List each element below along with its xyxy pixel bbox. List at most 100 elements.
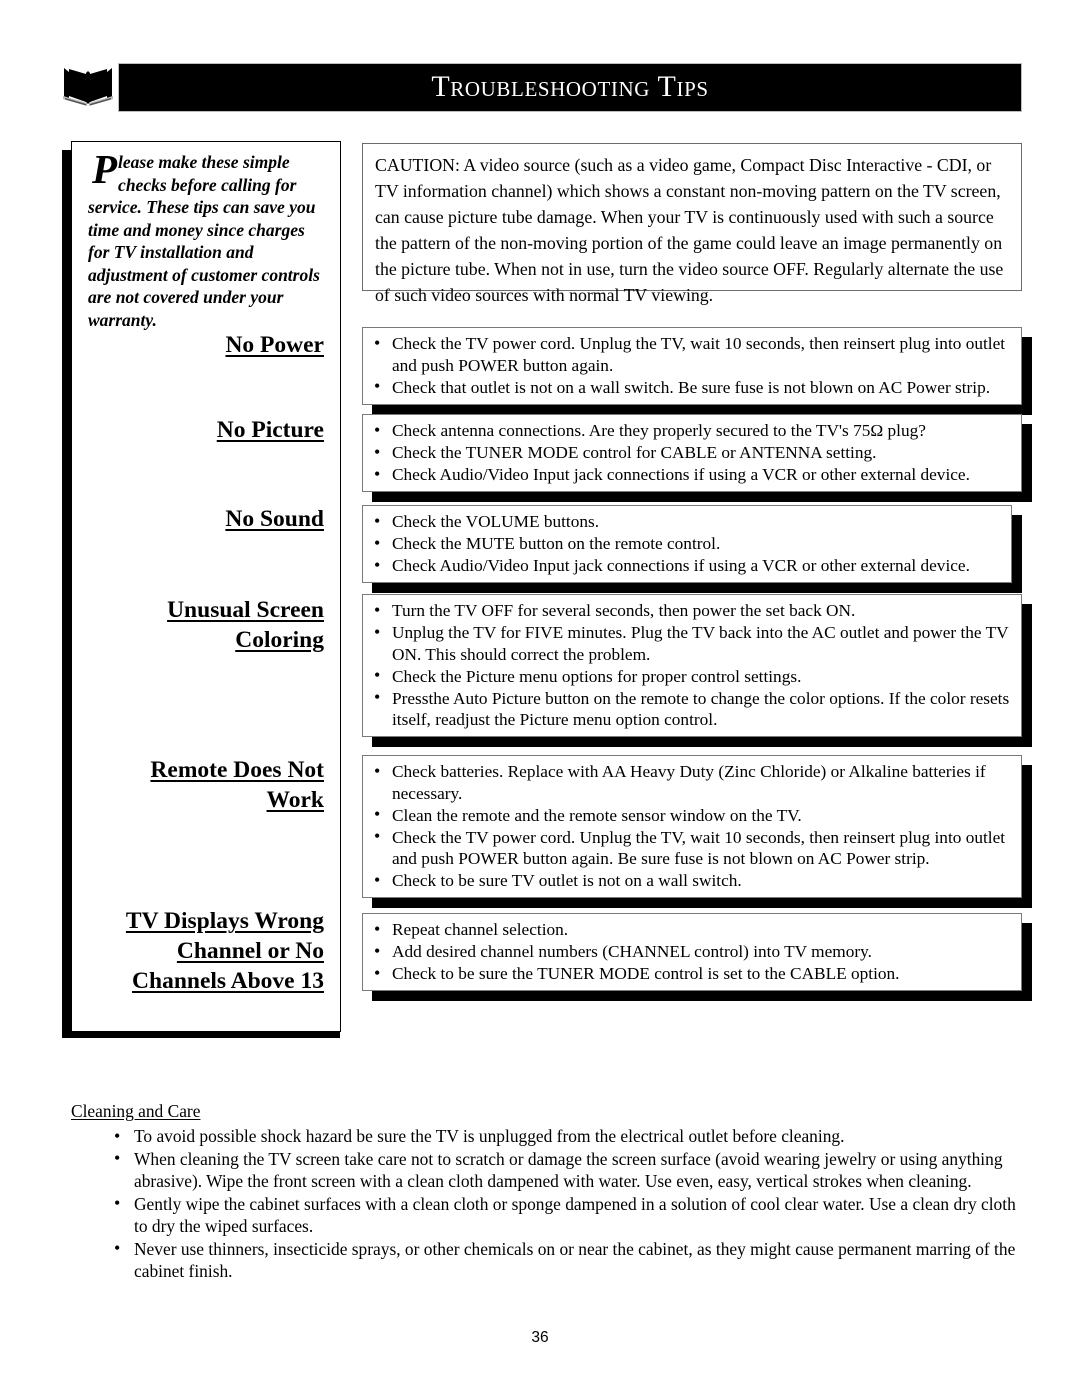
tip-box-no-sound: • Check the VOLUME buttons. • Check the MU… (362, 505, 1012, 583)
bullet-icon: • (374, 332, 381, 353)
list-item-text: Check batteries. Replace with AA Heavy D… (392, 762, 986, 803)
tip-box-remote-does-not-work: • Check batteries. Replace with AA Heavy … (362, 755, 1022, 898)
bullet-icon: • (374, 376, 381, 396)
bullet-icon: • (114, 1193, 121, 1213)
list-item: • Check Audio/Video Input jack connection… (371, 555, 1003, 577)
list-item-text: Check the MUTE button on the remote cont… (392, 534, 721, 553)
list-item: • Check the VOLUME buttons. (371, 511, 1003, 533)
intro-paragraph: Please make these simple checks before c… (88, 146, 328, 331)
sidebar-heading-no-sound: No Sound (225, 506, 324, 532)
tip-box-unusual-screen-coloring: • Turn the TV OFF for several seconds, th… (362, 594, 1022, 737)
list-item-text: Check the TUNER MODE control for CABLE o… (392, 443, 877, 462)
bullet-icon: • (374, 665, 381, 685)
list-item-text: Check antenna connections. Are they prop… (392, 421, 926, 440)
list-item-text: Unplug the TV for FIVE minutes. Plug the… (392, 623, 1009, 664)
sidebar-heading-unusual-screen-coloring: Unusual Screen Coloring (167, 597, 324, 653)
cleaning-and-care-list: • To avoid possible shock hazard be sure … (71, 1125, 1021, 1283)
page-title-bar: Troubleshooting Tips (118, 63, 1022, 112)
list-item-text: Check to be sure the TUNER MODE control … (392, 964, 900, 983)
intro-dropcap: P (92, 146, 118, 192)
tip-group-no-sound: • Check the VOLUME buttons. • Check the MU… (362, 505, 1022, 593)
tip-list-tv-displays-wrong-channel: • Repeat channel selection. • Add desired … (371, 919, 1013, 985)
bullet-icon: • (374, 510, 381, 531)
list-item-text: Add desired channel numbers (CHANNEL con… (392, 942, 872, 961)
list-item-text: Check the TV power cord. Unplug the TV, … (392, 827, 1006, 869)
tip-group-remote-does-not-work: • Check batteries. Replace with AA Heavy … (362, 755, 1032, 908)
bullet-icon: • (374, 826, 381, 846)
list-item-text: Clean the remote and the remote sensor w… (392, 805, 802, 825)
list-item: • Unplug the TV for FIVE minutes. Plug th… (371, 622, 1013, 665)
list-item: • Check to be sure TV outlet is not on a … (371, 870, 1013, 892)
list-item: • Clean the remote and the remote sensor … (371, 804, 1013, 827)
bullet-icon: • (374, 962, 381, 983)
list-item: • Check batteries. Replace with AA Heavy … (371, 761, 1013, 804)
list-item: • Check the TUNER MODE control for CABLE … (371, 442, 1013, 464)
list-item-text: Check the TV power cord. Unplug the TV, … (392, 334, 1006, 375)
list-item: • Check the Picture menu options for prop… (371, 665, 1013, 688)
cleaning-and-care-title: Cleaning and Care (71, 1101, 201, 1121)
tip-group-no-power: • Check the TV power cord. Unplug the TV,… (362, 327, 1032, 415)
page-header: Troubleshooting Tips (0, 56, 1080, 116)
bullet-icon: • (374, 419, 381, 440)
list-item: • Check Audio/Video Input jack connection… (371, 464, 1013, 486)
list-item: • Repeat channel selection. (371, 919, 1013, 941)
cleaning-and-care-section: Cleaning and Care • To avoid possible sho… (71, 1101, 1021, 1283)
bullet-icon: • (114, 1125, 121, 1146)
list-item: • To avoid possible shock hazard be sure … (111, 1125, 1021, 1148)
list-item: • Check the MUTE button on the remote con… (371, 533, 1003, 555)
list-item-text: When cleaning the TV screen take care no… (134, 1148, 1003, 1192)
list-item: • Check the TV power cord. Unplug the TV,… (371, 333, 1013, 376)
open-book-icon (60, 62, 116, 108)
list-item: • Check antenna connections. Are they pro… (371, 420, 1013, 442)
bullet-icon: • (114, 1148, 121, 1168)
list-item-text: Repeat channel selection. (392, 920, 569, 939)
tip-list-no-power: • Check the TV power cord. Unplug the TV,… (371, 333, 1013, 398)
tip-list-no-picture: • Check antenna connections. Are they pro… (371, 420, 1013, 486)
tip-list-unusual-screen-coloring: • Turn the TV OFF for several seconds, th… (371, 600, 1013, 731)
tip-group-tv-displays-wrong-channel: • Repeat channel selection. • Add desired … (362, 913, 1032, 1001)
list-item: • Pressthe Auto Picture button on the rem… (371, 687, 1013, 731)
list-item: • Gently wipe the cabinet surfaces with a… (111, 1193, 1021, 1238)
list-item-text: Pressthe Auto Picture button on the remo… (392, 688, 1010, 730)
list-item: • Add desired channel numbers (CHANNEL co… (371, 941, 1013, 963)
bullet-icon: • (374, 621, 381, 642)
list-item-text: Never use thinners, insecticide sprays, … (134, 1238, 1016, 1282)
page-title: Troubleshooting Tips (431, 69, 709, 103)
bullet-icon: • (374, 760, 381, 781)
list-item: • Never use thinners, insecticide sprays,… (111, 1238, 1021, 1283)
bullet-icon: • (374, 441, 381, 462)
bullet-icon: • (374, 554, 381, 575)
list-item-text: Gently wipe the cabinet surfaces with a … (134, 1193, 1016, 1237)
bullet-icon: • (114, 1238, 121, 1258)
list-item-text: Check Audio/Video Input jack connections… (392, 556, 970, 575)
tip-group-no-picture: • Check antenna connections. Are they pro… (362, 414, 1032, 502)
list-item-text: Check Audio/Video Input jack connections… (392, 465, 970, 484)
bullet-icon: • (374, 687, 381, 707)
sidebar-heading-remote-does-not-work: Remote Does Not Work (150, 757, 324, 813)
bullet-icon: • (374, 599, 381, 620)
bullet-icon: • (374, 918, 381, 939)
list-item-text: To avoid possible shock hazard be sure t… (134, 1126, 845, 1146)
sidebar-heading-no-power: No Power (225, 332, 324, 358)
caution-text: CAUTION: A video source (such as a video… (375, 155, 1004, 305)
sidebar-panel: Please make these simple checks before c… (71, 141, 341, 1032)
sidebar-heading-tv-displays-wrong-channel: TV Displays Wrong Channel or No Channels… (125, 908, 324, 994)
intro-paragraph-text: lease make these simple checks before ca… (88, 152, 320, 330)
list-item-text: Check the VOLUME buttons. (392, 512, 600, 531)
bullet-icon: • (374, 869, 381, 890)
list-item: • Check the TV power cord. Unplug the TV,… (371, 826, 1013, 870)
tip-box-no-picture: • Check antenna connections. Are they pro… (362, 414, 1022, 492)
bullet-icon: • (374, 940, 381, 961)
list-item: • Turn the TV OFF for several seconds, th… (371, 600, 1013, 622)
tip-box-tv-displays-wrong-channel: • Repeat channel selection. • Add desired … (362, 913, 1022, 991)
list-item-text: Check that outlet is not on a wall switc… (392, 377, 991, 397)
tip-box-no-power: • Check the TV power cord. Unplug the TV,… (362, 327, 1022, 405)
list-item: • When cleaning the TV screen take care n… (111, 1148, 1021, 1193)
caution-box: CAUTION: A video source (such as a video… (362, 143, 1022, 305)
list-item-text: Turn the TV OFF for several seconds, the… (392, 601, 856, 620)
list-item: • Check to be sure the TUNER MODE control… (371, 963, 1013, 985)
list-item: • Check that outlet is not on a wall swit… (371, 376, 1013, 399)
bullet-icon: • (374, 804, 381, 824)
list-item-text: Check to be sure TV outlet is not on a w… (392, 871, 742, 890)
sidebar-heading-no-picture: No Picture (216, 417, 324, 443)
